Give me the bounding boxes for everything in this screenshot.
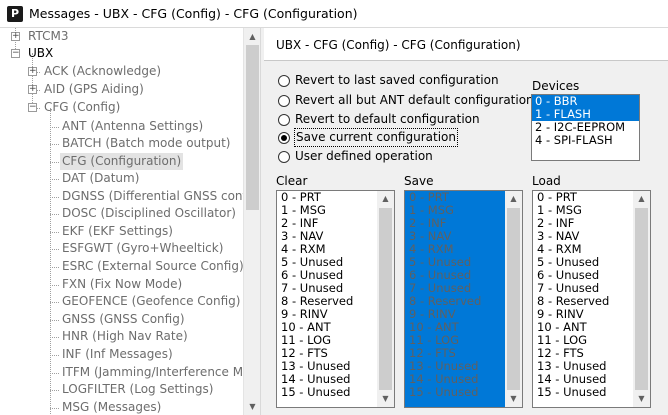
tree-item-msg[interactable]: MSG (Messages) (0, 399, 243, 415)
scroll-down-arrow-icon[interactable]: ▼ (633, 391, 650, 407)
message-tree[interactable]: + RTCM3− UBX + ACK (Acknowledge) + AID (GPS Ai… (0, 28, 243, 415)
option-radio-4[interactable]: User defined operation (278, 148, 518, 165)
tree-item-label: HNR (High Nav Rate) (62, 329, 188, 343)
tree-item-ack[interactable]: + ACK (Acknowledge) (0, 63, 243, 80)
radio-circle-icon[interactable] (278, 114, 290, 126)
tree-item-batch[interactable]: BATCH (Batch mode output) (0, 135, 243, 152)
list-scrollbar[interactable]: ▲ ▼ (377, 191, 394, 407)
tree-item-label: BATCH (Batch mode output) (62, 136, 231, 150)
scroll-down-arrow-icon[interactable]: ▼ (244, 398, 261, 415)
scroll-thumb[interactable] (635, 208, 648, 390)
option-radio-2[interactable]: Revert to default configuration (278, 111, 518, 128)
tree-item-label: GNSS (GNSS Config) (62, 312, 185, 326)
save-listbox[interactable]: 0 - PRT 1 - MSG 2 - INF 3 - NAV 4 - RXM 5 - U… (404, 190, 523, 408)
load-listbox[interactable]: 0 - PRT 1 - MSG 2 - INF 3 - NAV 4 - RXM 5 - U… (532, 190, 651, 408)
clear-listbox[interactable]: 0 - PRT 1 - MSG 2 - INF 3 - NAV 4 - RXM 5 - U… (276, 190, 395, 408)
option-radio-3[interactable]: Save current configuration (278, 128, 518, 147)
panel-header: UBX - CFG (Config) - CFG (Configuration) (264, 28, 668, 61)
tree-item-label: LOGFILTER (Log Settings) (62, 382, 214, 396)
tree-item-cfg[interactable]: − CFG (Config) (0, 99, 243, 116)
option-label: Revert all but ANT default configuration (295, 93, 534, 107)
tree-item-geofence[interactable]: GEOFENCE (Geofence Config) (0, 293, 243, 310)
tree-item-esrc[interactable]: ESRC (External Source Config) (0, 258, 243, 275)
tree-item-dosc[interactable]: DOSC (Disciplined Oscillator) (0, 205, 243, 222)
devices-listbox[interactable]: 0 - BBR 1 - FLASH 2 - I2C-EEPROM 4 - SPI-FL… (531, 94, 640, 161)
expand-icon[interactable]: + (28, 85, 37, 94)
tree-item-label: ESRC (External Source Config) (62, 259, 243, 273)
load-label: Load (532, 174, 561, 188)
tree-item-ubx[interactable]: − UBX (0, 45, 243, 62)
device-item[interactable]: 4 - SPI-FLASH (532, 134, 639, 147)
tree-item-label: AID (GPS Aiding) (44, 82, 144, 96)
option-label: Save current configuration (294, 128, 458, 147)
list-scrollbar[interactable]: ▲ ▼ (505, 191, 522, 407)
tree-item-inf[interactable]: INF (Inf Messages) (0, 346, 243, 363)
tree-item-label: INF (Inf Messages) (62, 347, 173, 361)
tree-item-gnss[interactable]: GNSS (GNSS Config) (0, 311, 243, 328)
tree-item-dat[interactable]: DAT (Datum) (0, 170, 243, 187)
tree-scrollbar[interactable]: ▲ ▼ (243, 28, 260, 415)
tree-item-label: FXN (Fix Now Mode) (62, 277, 183, 291)
tree-item-rtcm3[interactable]: + RTCM3 (0, 28, 243, 45)
tree-item-hnr[interactable]: HNR (High Nav Rate) (0, 328, 243, 345)
collapse-icon[interactable]: − (28, 103, 37, 112)
tree-item-label: ITFM (Jamming/Interference Moni (62, 365, 243, 379)
collapse-icon[interactable]: − (11, 49, 20, 58)
scroll-thumb[interactable] (379, 208, 392, 390)
title-bar: P Messages - UBX - CFG (Config) - CFG (C… (0, 0, 668, 28)
save-label: Save (404, 174, 434, 188)
expand-icon[interactable]: + (28, 67, 37, 76)
option-label: User defined operation (295, 149, 433, 163)
tree-item-esfgwt[interactable]: ESFGWT (Gyro+Wheeltick) (0, 240, 243, 257)
option-radio-0[interactable]: Revert to last saved configuration (278, 72, 518, 89)
tree-item-fxn[interactable]: FXN (Fix Now Mode) (0, 276, 243, 293)
scroll-thumb[interactable] (246, 45, 259, 210)
option-label: Revert to last saved configuration (295, 73, 499, 87)
radio-circle-icon[interactable] (278, 75, 290, 87)
list-scrollbar[interactable]: ▲ ▼ (633, 191, 650, 407)
tree-item-label: ANT (Antenna Settings) (62, 119, 204, 133)
tree-item-ekf[interactable]: EKF (EKF Settings) (0, 223, 243, 240)
tree-item-label: EKF (EKF Settings) (62, 224, 173, 238)
tree-item-label: MSG (Messages) (62, 400, 162, 414)
app-logo-icon: P (7, 6, 23, 22)
clear-label: Clear (276, 174, 308, 188)
tree-item-label: DOSC (Disciplined Oscillator) (62, 206, 236, 220)
scroll-up-arrow-icon[interactable]: ▲ (505, 191, 522, 207)
radio-circle-icon[interactable] (278, 95, 290, 107)
tree-item-cfg[interactable]: CFG (Configuration) (0, 153, 243, 170)
tree-item-logfilter[interactable]: LOGFILTER (Log Settings) (0, 381, 243, 398)
tree-item-itfm[interactable]: ITFM (Jamming/Interference Moni (0, 364, 243, 381)
panel-title: UBX - CFG (Config) - CFG (Configuration) (276, 38, 521, 52)
window-title: Messages - UBX - CFG (Config) - CFG (Con… (29, 6, 358, 21)
tree-item-label: ACK (Acknowledge) (44, 64, 162, 78)
tree-item-label: CFG (Configuration) (60, 153, 184, 170)
tree-item-dgnss[interactable]: DGNSS (Differential GNSS configu (0, 188, 243, 205)
tree-item-aid[interactable]: + AID (GPS Aiding) (0, 81, 243, 98)
option-label: Revert to default configuration (295, 112, 480, 126)
scroll-down-arrow-icon[interactable]: ▼ (505, 391, 522, 407)
scroll-up-arrow-icon[interactable]: ▲ (244, 28, 261, 45)
tree-item-label: DAT (Datum) (62, 171, 140, 185)
option-radio-1[interactable]: Revert all but ANT default configuration (278, 92, 534, 109)
tree-item-ant[interactable]: ANT (Antenna Settings) (0, 118, 243, 135)
devices-label: Devices (532, 79, 580, 93)
tree-item-label: ESFGWT (Gyro+Wheeltick) (62, 241, 224, 255)
scroll-up-arrow-icon[interactable]: ▲ (633, 191, 650, 207)
tree-item-label: GEOFENCE (Geofence Config) (62, 294, 241, 308)
radio-circle-icon[interactable] (278, 151, 290, 163)
radio-circle-icon[interactable] (278, 132, 290, 144)
tree-item-label: DGNSS (Differential GNSS configu (62, 189, 243, 203)
tree-item-label: RTCM3 (28, 29, 69, 43)
config-panel: UBX - CFG (Config) - CFG (Configuration)… (264, 28, 668, 415)
tree-item-label: CFG (Config) (44, 100, 121, 114)
scroll-down-arrow-icon[interactable]: ▼ (377, 391, 394, 407)
scroll-up-arrow-icon[interactable]: ▲ (377, 191, 394, 207)
expand-icon[interactable]: + (11, 32, 20, 41)
tree-item-label: UBX (28, 46, 54, 60)
scroll-thumb[interactable] (507, 208, 520, 390)
